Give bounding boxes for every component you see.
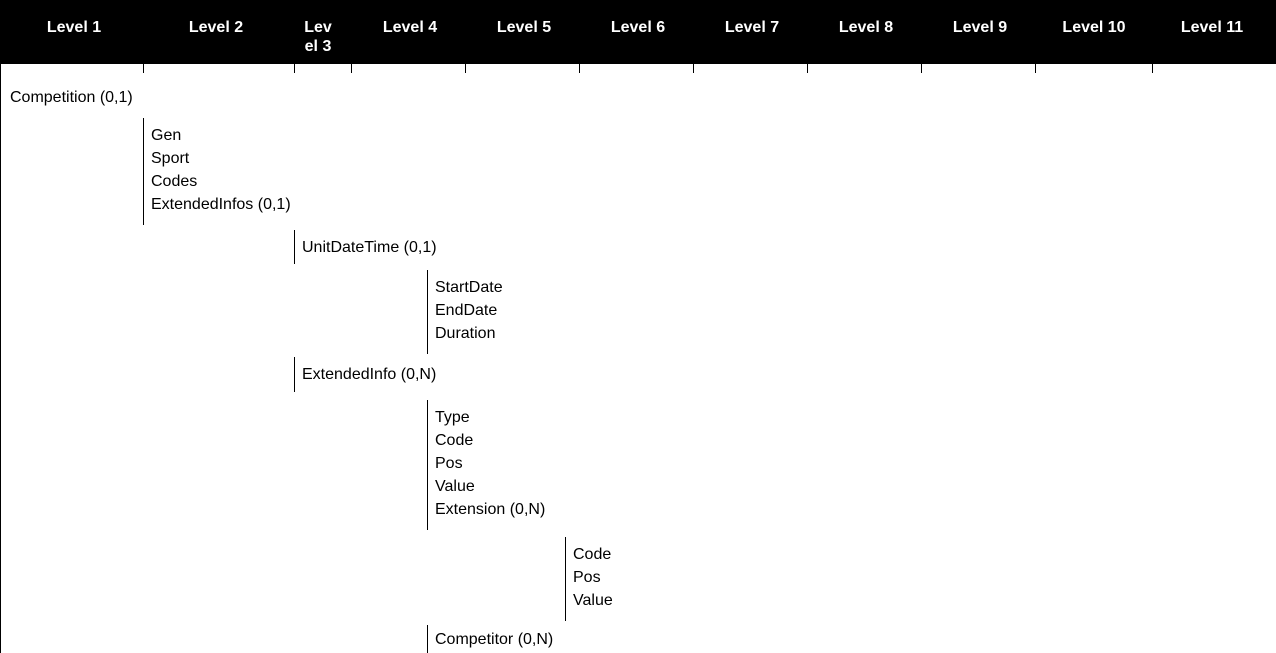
header-level-3: Lev el 3	[297, 18, 339, 56]
node-extension-value: Value	[573, 592, 613, 609]
node-extended-info: ExtendedInfo (0,N)	[302, 366, 437, 383]
level-5-group-line	[565, 537, 566, 621]
column-tick	[579, 64, 580, 73]
header-level-9: Level 9	[952, 19, 1008, 36]
node-extension: Extension (0,N)	[435, 501, 546, 518]
node-extension-pos: Pos	[573, 569, 601, 586]
header-level-3-label: Lev el 3	[304, 19, 332, 55]
node-pos: Pos	[435, 455, 463, 472]
document-page: Level 1 Level 2 Lev el 3 Level 4 Level 5…	[0, 0, 1276, 653]
node-competition: Competition (0,1)	[10, 89, 133, 106]
level-header-bar: Level 1 Level 2 Lev el 3 Level 4 Level 5…	[0, 0, 1276, 64]
node-code: Code	[435, 432, 474, 449]
node-extension-code: Code	[573, 546, 612, 563]
column-tick	[465, 64, 466, 73]
node-end-date: EndDate	[435, 302, 498, 319]
column-tick	[921, 64, 922, 73]
left-border-line	[0, 64, 1, 653]
level-4-group-line	[427, 400, 428, 530]
header-level-2: Level 2	[188, 19, 244, 36]
node-type: Type	[435, 409, 470, 426]
node-value: Value	[435, 478, 475, 495]
node-sport: Sport	[151, 150, 190, 167]
header-level-4: Level 4	[382, 19, 438, 36]
column-tick	[693, 64, 694, 73]
column-tick	[143, 64, 144, 73]
node-unit-date-time: UnitDateTime (0,1)	[302, 239, 437, 256]
column-tick	[294, 64, 295, 73]
level-4-group-line	[427, 270, 428, 354]
header-level-1: Level 1	[46, 19, 102, 36]
column-tick	[1035, 64, 1036, 73]
node-start-date: StartDate	[435, 279, 503, 296]
node-duration: Duration	[435, 325, 496, 342]
header-level-8: Level 8	[838, 19, 894, 36]
header-level-5: Level 5	[496, 19, 552, 36]
node-extended-infos: ExtendedInfos (0,1)	[151, 196, 291, 213]
header-level-6: Level 6	[610, 19, 666, 36]
column-tick	[351, 64, 352, 73]
header-level-10: Level 10	[1062, 19, 1126, 36]
level-3-group-line	[294, 230, 295, 264]
column-tick	[1152, 64, 1153, 73]
node-codes: Codes	[151, 173, 198, 190]
node-gen: Gen	[151, 127, 182, 144]
header-level-7: Level 7	[724, 19, 780, 36]
column-tick	[807, 64, 808, 73]
level-2-group-line	[143, 118, 144, 225]
node-competitor: Competitor (0,N)	[435, 631, 554, 648]
level-3-group-line	[294, 357, 295, 392]
header-level-11: Level 11	[1180, 19, 1244, 36]
level-4-group-line	[427, 625, 428, 653]
